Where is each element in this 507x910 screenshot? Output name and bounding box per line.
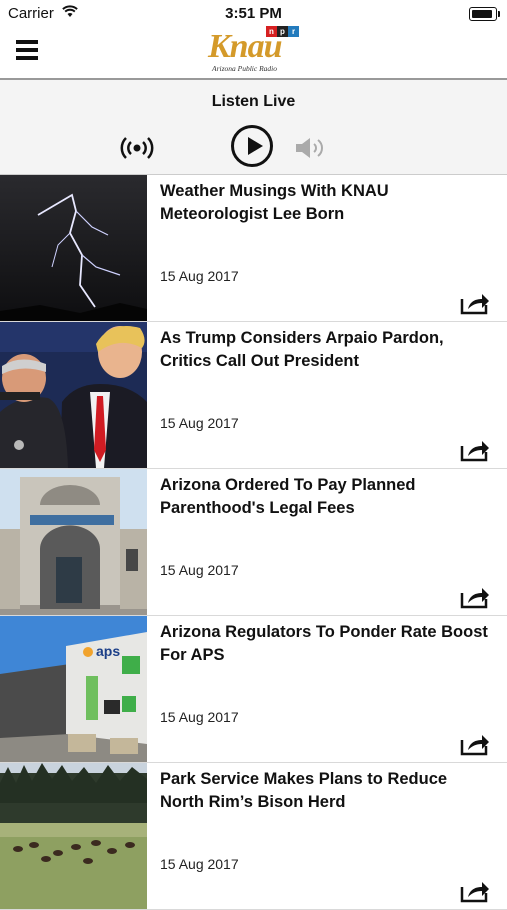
aps-logo-text: aps (96, 643, 120, 659)
article-title[interactable]: As Trump Considers Arpaio Pardon, Critic… (160, 327, 495, 373)
article-title[interactable]: Weather Musings With KNAU Meteorologist … (160, 180, 495, 226)
trump-arpaio-thumbnail (0, 322, 147, 468)
clock-time: 3:51 PM (225, 5, 282, 22)
list-item[interactable]: As Trump Considers Arpaio Pardon, Critic… (0, 322, 507, 469)
share-icon[interactable] (460, 879, 490, 903)
article-date: 15 Aug 2017 (160, 856, 239, 872)
listen-live-title: Listen Live (211, 93, 296, 110)
knau-logo: n p r Knau Arizona Public Radio (208, 26, 300, 76)
share-icon[interactable] (460, 438, 490, 462)
list-item[interactable]: Park Service Makes Plans to Reduce North… (0, 763, 507, 910)
list-item[interactable]: Weather Musings With KNAU Meteorologist … (0, 175, 507, 322)
aps-building-thumbnail: aps (0, 616, 147, 762)
lightning-thumbnail (0, 175, 147, 321)
live-player: Listen Live (0, 80, 507, 175)
play-button[interactable] (231, 125, 273, 167)
share-icon[interactable] (460, 585, 490, 609)
status-bar: Carrier 3:51 PM (0, 0, 507, 26)
planned-parenthood-thumbnail (0, 469, 147, 615)
list-item[interactable]: aps Arizona Regulators To Ponder Rate Bo… (0, 616, 507, 763)
list-item[interactable]: Arizona Ordered To Pay Planned Parenthoo… (0, 469, 507, 616)
news-feed: Weather Musings With KNAU Meteorologist … (0, 175, 507, 910)
article-title[interactable]: Arizona Regulators To Ponder Rate Boost … (160, 621, 495, 667)
broadcast-icon[interactable] (119, 134, 155, 162)
share-icon[interactable] (460, 732, 490, 756)
logo-tagline: Arizona Public Radio (212, 64, 277, 73)
article-title[interactable]: Park Service Makes Plans to Reduce North… (160, 768, 495, 814)
article-date: 15 Aug 2017 (160, 562, 239, 578)
article-date: 15 Aug 2017 (160, 415, 239, 431)
bison-herd-thumbnail (0, 763, 147, 909)
article-date: 15 Aug 2017 (160, 268, 239, 284)
hamburger-menu-icon[interactable] (16, 40, 38, 60)
volume-icon[interactable] (294, 136, 328, 160)
article-title[interactable]: Arizona Ordered To Pay Planned Parenthoo… (160, 474, 495, 520)
share-icon[interactable] (460, 291, 490, 315)
app-header: n p r Knau Arizona Public Radio (0, 26, 507, 80)
logo-wordmark: Knau (208, 28, 282, 65)
battery-icon (469, 7, 500, 21)
article-date: 15 Aug 2017 (160, 709, 239, 725)
